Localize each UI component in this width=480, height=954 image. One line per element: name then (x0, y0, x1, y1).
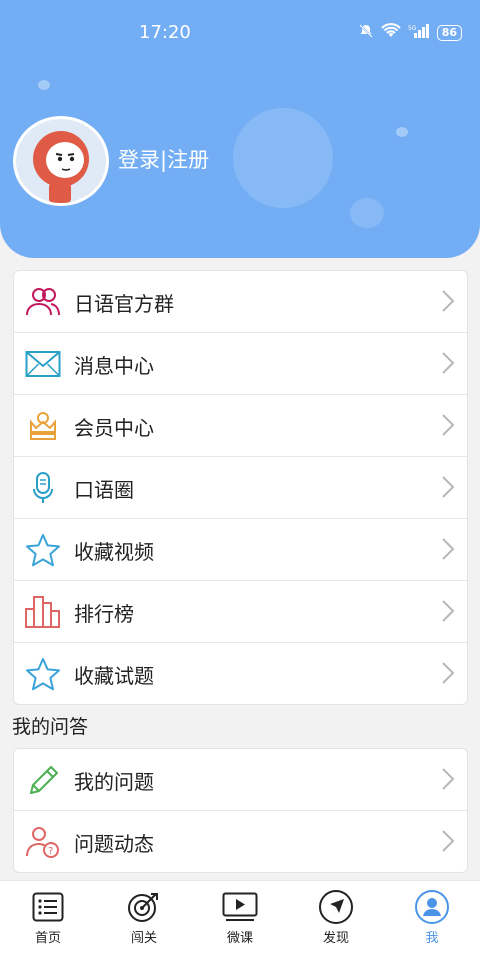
menu-item-label: 收藏视频 (74, 540, 154, 564)
tab-challenge[interactable]: 闯关 (96, 881, 192, 954)
header-decoration (396, 127, 408, 137)
qa-section-title: 我的问答 (12, 716, 89, 738)
profile-header: 17:20 5G 86 登录|注册 (0, 0, 480, 258)
menu-item-favorite-videos[interactable]: 收藏视频 (14, 519, 467, 581)
tab-label: 微课 (226, 931, 253, 946)
qa-card: 我的问题 ? 问题动态 (13, 748, 468, 873)
chevron-right-icon (441, 599, 455, 627)
chevron-right-icon (441, 475, 455, 503)
menu-item-my-questions[interactable]: 我的问题 (14, 749, 467, 811)
star-icon (24, 532, 62, 568)
tab-label: 首页 (34, 931, 61, 946)
menu-item-member-center[interactable]: 会员中心 (14, 395, 467, 457)
bottom-tab-bar: 首页 闯关 微课 发现 我 (0, 880, 480, 954)
menu-item-label: 日语官方群 (74, 292, 174, 316)
menu-item-label: 会员中心 (74, 416, 154, 440)
menu-item-label: 口语圈 (74, 478, 134, 502)
bar-chart-icon (24, 594, 62, 630)
pencil-icon (24, 762, 62, 798)
chevron-right-icon (441, 767, 455, 795)
tab-home[interactable]: 首页 (0, 881, 96, 954)
wifi-icon (380, 23, 401, 43)
menu-item-label: 问题动态 (74, 832, 154, 856)
header-decoration (233, 108, 333, 208)
tab-label: 发现 (322, 931, 349, 946)
login-register-link[interactable]: 登录|注册 (118, 144, 209, 174)
crown-icon (24, 408, 62, 444)
mute-bell-icon (358, 23, 374, 43)
chevron-right-icon (441, 413, 455, 441)
chevron-right-icon (441, 829, 455, 857)
svg-text:?: ? (48, 846, 53, 857)
menu-item-label: 收藏试题 (74, 664, 154, 688)
avatar[interactable] (13, 116, 109, 206)
status-bar: 17:20 5G 86 (0, 0, 480, 64)
compass-icon (318, 889, 354, 925)
battery-indicator: 86 (436, 25, 462, 41)
status-time: 17:20 (139, 22, 191, 43)
play-icon (222, 889, 258, 925)
tab-me[interactable]: 我 (384, 881, 480, 954)
envelope-icon (24, 346, 62, 382)
chevron-right-icon (441, 351, 455, 379)
tab-label: 我 (425, 931, 439, 946)
chevron-right-icon (441, 661, 455, 689)
target-icon (126, 889, 162, 925)
menu-item-label: 消息中心 (74, 354, 154, 378)
star-icon (24, 656, 62, 692)
menu-item-label: 排行榜 (74, 602, 134, 626)
microphone-icon (24, 470, 62, 506)
menu-item-speaking-circle[interactable]: 口语圈 (14, 457, 467, 519)
header-decoration (350, 198, 384, 228)
tab-label: 闯关 (130, 931, 157, 946)
menu-item-leaderboard[interactable]: 排行榜 (14, 581, 467, 643)
menu-item-official-group[interactable]: 日语官方群 (14, 271, 467, 333)
menu-item-question-updates[interactable]: ? 问题动态 (14, 811, 467, 872)
chevron-right-icon (441, 537, 455, 565)
signal-icon: 5G (408, 23, 430, 43)
menu-item-label: 我的问题 (74, 770, 154, 794)
menu-item-favorite-questions[interactable]: 收藏试题 (14, 643, 467, 704)
header-decoration (38, 80, 50, 90)
chevron-right-icon (441, 289, 455, 317)
menu-item-message-center[interactable]: 消息中心 (14, 333, 467, 395)
group-users-icon (24, 284, 62, 320)
list-icon (30, 889, 66, 925)
tab-discover[interactable]: 发现 (288, 881, 384, 954)
user-icon (414, 889, 450, 925)
svg-text:5G: 5G (408, 25, 417, 32)
tab-micro-lessons[interactable]: 微课 (192, 881, 288, 954)
user-question-icon: ? (24, 824, 62, 860)
menu-card: 日语官方群 消息中心 会员中心 口语圈 收藏视频 排行榜 收藏试题 (13, 270, 468, 705)
